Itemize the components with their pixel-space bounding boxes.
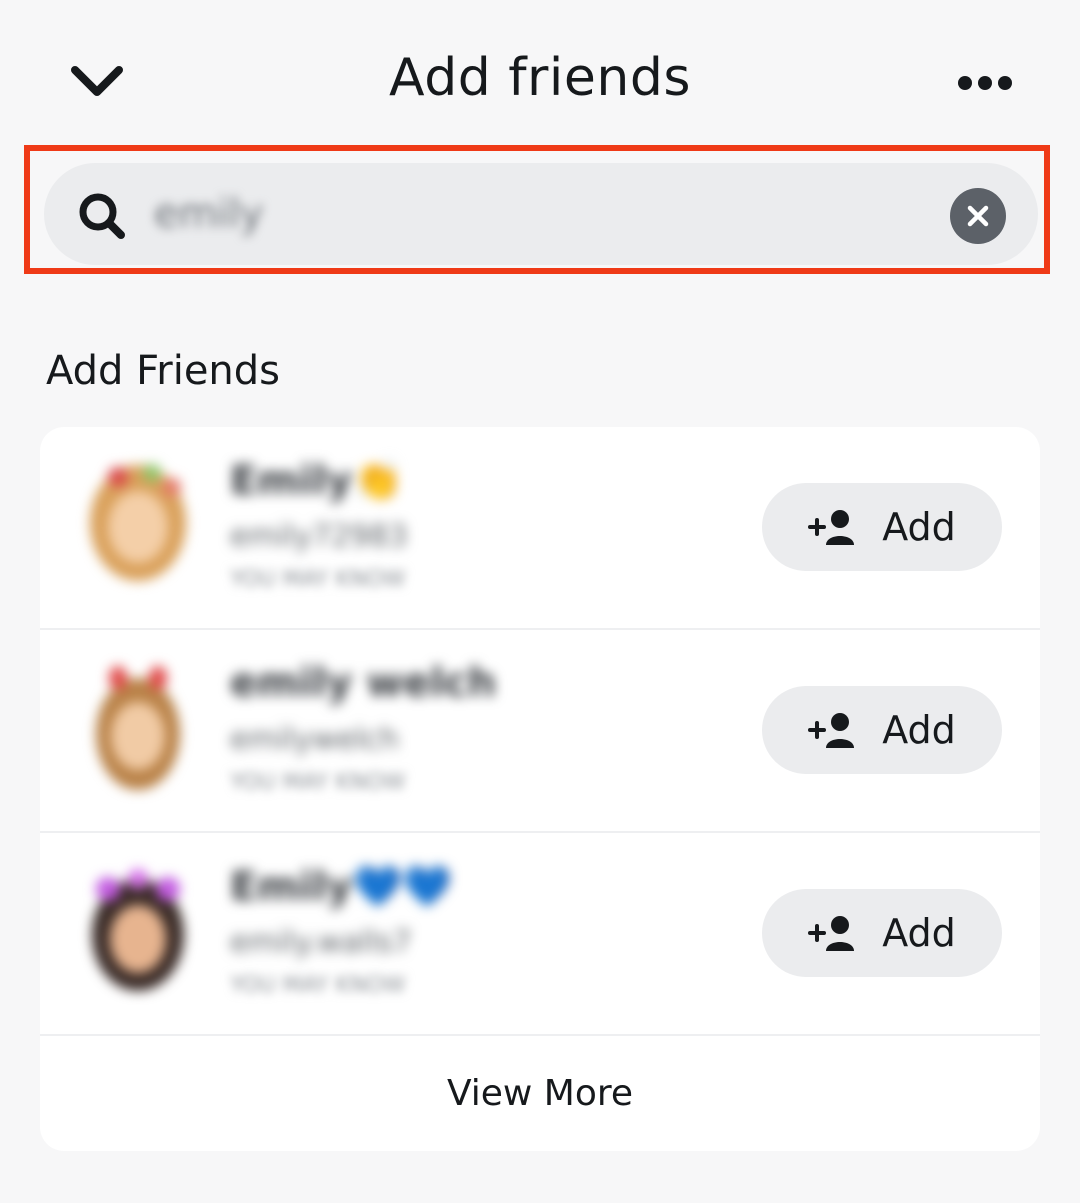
avatar: [96, 666, 180, 790]
friend-username: emilywelch: [230, 722, 399, 757]
add-friend-icon: [808, 510, 855, 545]
view-more-button[interactable]: View More: [40, 1036, 1040, 1151]
list-item[interactable]: emily welch emilywelch YOU MAY KNOW Add: [40, 630, 1040, 833]
add-button-label: Add: [882, 505, 956, 549]
friend-name: emily welch: [230, 660, 497, 706]
friend-username: emily.walls7: [230, 925, 412, 960]
more-options-button[interactable]: [950, 62, 1020, 104]
add-button-label: Add: [882, 911, 956, 955]
friend-name: Emily👏: [230, 458, 403, 504]
more-horizontal-icon: [958, 76, 1012, 90]
results-card: Emily👏 emily72983 YOU MAY KNOW Add emily…: [40, 427, 1040, 1151]
section-title: Add Friends: [46, 348, 281, 394]
friend-name: Emily💙💙: [230, 864, 453, 910]
add-friend-button[interactable]: Add: [762, 889, 1002, 977]
list-item[interactable]: Emily👏 emily72983 YOU MAY KNOW Add: [40, 427, 1040, 630]
add-friend-icon: [808, 713, 855, 748]
page-title: Add friends: [389, 48, 691, 108]
friend-meta: YOU MAY KNOW: [230, 567, 406, 592]
avatar: [92, 869, 184, 991]
friend-username: emily72983: [230, 519, 408, 554]
add-friend-button[interactable]: Add: [762, 483, 1002, 571]
search-highlight-box: [24, 145, 1050, 274]
avatar: [90, 464, 186, 581]
header: Add friends: [0, 0, 1080, 150]
friend-meta: YOU MAY KNOW: [230, 770, 406, 795]
list-item[interactable]: Emily💙💙 emily.walls7 YOU MAY KNOW Add: [40, 833, 1040, 1036]
add-button-label: Add: [882, 708, 956, 752]
friend-meta: YOU MAY KNOW: [230, 973, 406, 998]
add-friend-button[interactable]: Add: [762, 686, 1002, 774]
add-friend-icon: [808, 916, 855, 951]
